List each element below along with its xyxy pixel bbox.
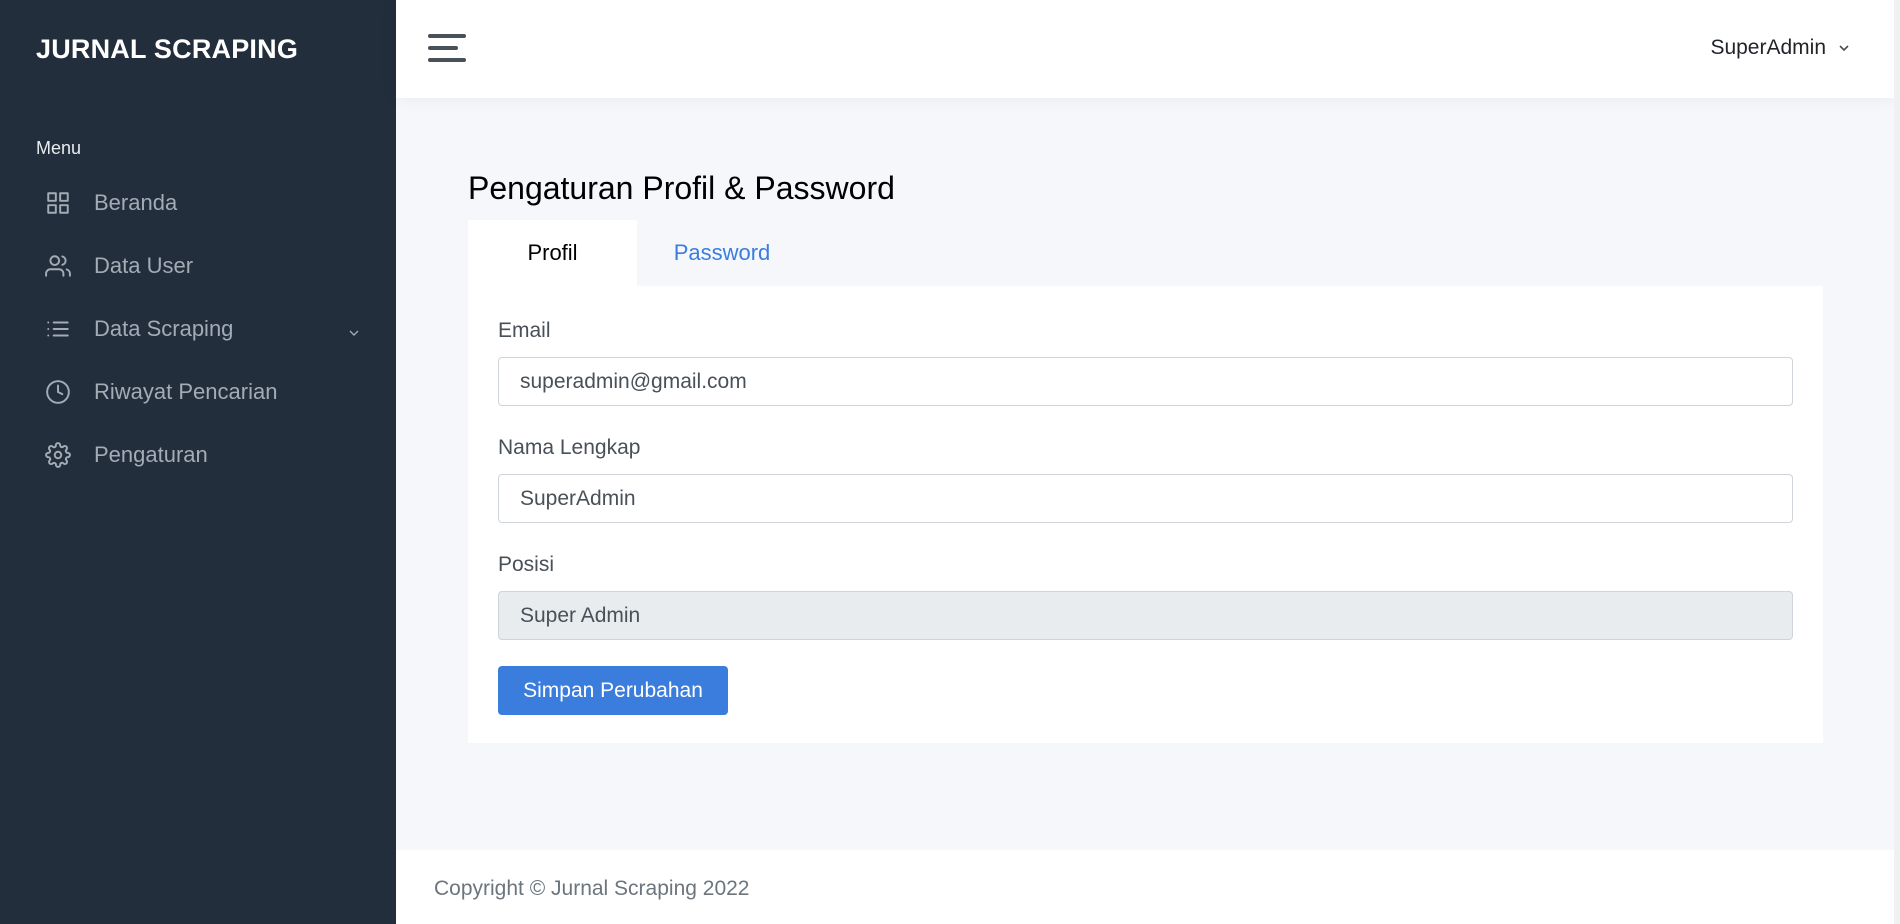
scrollbar-track [1894,0,1900,924]
app-page: JURNAL SCRAPING Menu Beranda Data User D… [0,0,1900,924]
sidebar: JURNAL SCRAPING Menu Beranda Data User D… [0,0,396,924]
position-label: Posisi [498,553,555,576]
position-field: Super Admin [498,591,1793,640]
list-icon [44,315,72,343]
clock-icon [44,378,72,406]
full-name-label: Nama Lengkap [498,436,641,459]
topbar: SuperAdmin [396,0,1894,98]
brand-logo[interactable]: JURNAL SCRAPING [36,34,298,65]
sidebar-item-pengaturan[interactable]: Pengaturan [0,423,396,486]
page-title: Pengaturan Profil & Password [468,170,895,206]
sidebar-item-beranda[interactable]: Beranda [0,171,396,234]
sidebar-item-data-user[interactable]: Data User [0,234,396,297]
main-content: Pengaturan Profil & Password Profil Pass… [396,98,1894,850]
sidebar-item-label: Pengaturan [94,441,208,467]
copyright-text: Copyright © Jurnal Scraping 2022 [434,877,750,900]
sidebar-item-label: Beranda [94,189,178,215]
user-name: SuperAdmin [1710,36,1826,59]
footer: Copyright © Jurnal Scraping 2022 [396,850,1894,924]
chevron-down-icon [1839,45,1849,52]
sidebar-nav: Beranda Data User Data Scraping Riwayat … [0,171,396,486]
sidebar-item-label: Riwayat Pencarian [94,378,278,404]
sidebar-item-riwayat-pencarian[interactable]: Riwayat Pencarian [0,360,396,423]
sidebar-item-data-scraping[interactable]: Data Scraping [0,297,396,360]
users-icon [44,252,72,280]
sidebar-item-label: Data Scraping [94,315,234,341]
profile-form-card: Email superadmin@gmail.com Nama Lengkap … [468,286,1823,743]
email-field[interactable]: superadmin@gmail.com [498,357,1793,406]
sidebar-item-label: Data User [94,252,194,278]
hamburger-icon[interactable] [428,32,466,64]
tab-profil[interactable]: Profil [468,220,637,286]
save-button[interactable]: Simpan Perubahan [498,666,728,715]
tab-password[interactable]: Password [637,220,807,286]
email-label: Email [498,319,551,342]
full-name-field[interactable]: SuperAdmin [498,474,1793,523]
settings-tabs: Profil Password [468,220,807,286]
settings-icon [44,441,72,469]
sidebar-menu-header: Menu [36,138,82,158]
grid-icon [44,189,72,217]
chevron-down-icon [346,321,362,337]
user-menu[interactable]: SuperAdmin [1710,36,1852,60]
